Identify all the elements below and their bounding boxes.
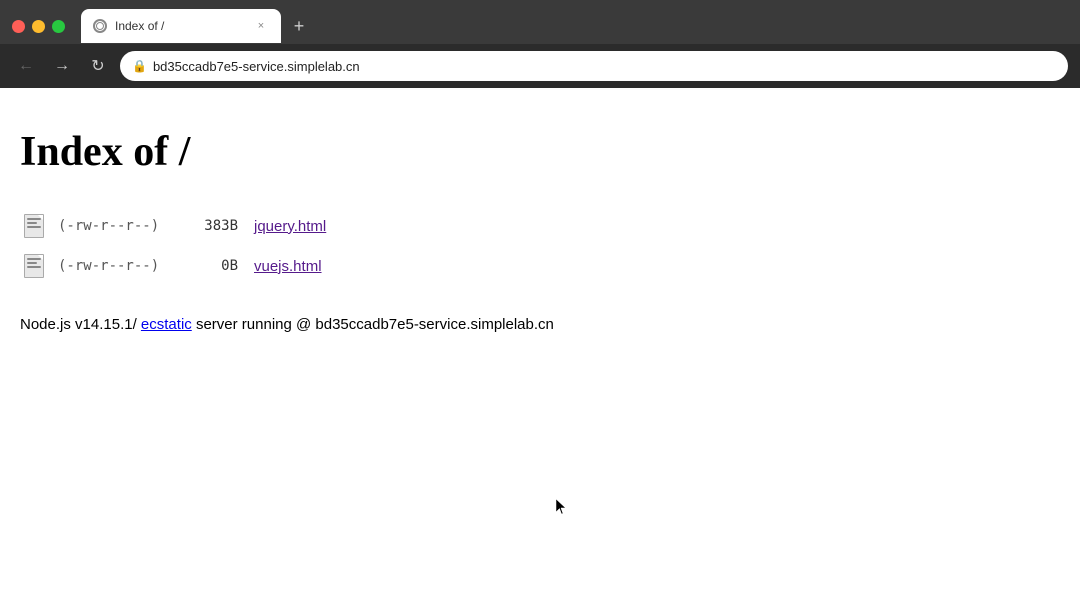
url-bar[interactable]: 🔒 bd35ccadb7e5-service.simplelab.cn bbox=[120, 51, 1068, 81]
file-icon bbox=[20, 252, 48, 280]
lock-icon: 🔒 bbox=[132, 59, 147, 73]
page-wrapper: Index of / (-rw-r--r--) 383B jquery.html bbox=[0, 88, 1080, 601]
title-bar: Index of / × + bbox=[0, 0, 1080, 44]
list-item: (-rw-r--r--) 383B jquery.html bbox=[20, 206, 1060, 246]
back-button[interactable]: ← bbox=[12, 52, 40, 80]
tab-close-button[interactable]: × bbox=[253, 18, 269, 34]
file-icon bbox=[20, 212, 48, 240]
tab-favicon bbox=[93, 19, 107, 33]
file-link-vuejs[interactable]: vuejs.html bbox=[254, 258, 322, 275]
footer-suffix: server running @ bd35ccadb7e5-service.si… bbox=[192, 316, 554, 333]
new-tab-button[interactable]: + bbox=[285, 12, 313, 40]
active-tab[interactable]: Index of / × bbox=[81, 9, 281, 43]
address-bar: ← → ↻ 🔒 bd35ccadb7e5-service.simplelab.c… bbox=[0, 44, 1080, 88]
tab-bar: Index of / × + bbox=[81, 9, 1068, 43]
forward-button[interactable]: → bbox=[48, 52, 76, 80]
minimize-window-button[interactable] bbox=[32, 20, 45, 33]
file-size: 383B bbox=[188, 218, 238, 234]
page-heading: Index of / bbox=[20, 128, 1060, 176]
tab-title: Index of / bbox=[115, 19, 245, 33]
file-link-jquery[interactable]: jquery.html bbox=[254, 218, 326, 235]
ecstatic-link[interactable]: ecstatic bbox=[141, 316, 192, 333]
file-size: 0B bbox=[188, 258, 238, 274]
close-window-button[interactable] bbox=[12, 20, 25, 33]
list-item: (-rw-r--r--) 0B vuejs.html bbox=[20, 246, 1060, 286]
page-content: Index of / (-rw-r--r--) 383B jquery.html bbox=[0, 88, 1080, 601]
browser-window: Index of / × + ← → ↻ 🔒 bd35ccadb7e5-serv… bbox=[0, 0, 1080, 601]
reload-button[interactable]: ↻ bbox=[84, 52, 112, 80]
cursor bbox=[555, 498, 567, 521]
traffic-lights bbox=[12, 20, 65, 33]
footer-prefix: Node.js v14.15.1/ bbox=[20, 316, 141, 333]
file-list: (-rw-r--r--) 383B jquery.html (-rw-r--r-… bbox=[20, 206, 1060, 286]
file-permissions: (-rw-r--r--) bbox=[58, 218, 188, 234]
file-permissions: (-rw-r--r--) bbox=[58, 258, 188, 274]
maximize-window-button[interactable] bbox=[52, 20, 65, 33]
server-info: Node.js v14.15.1/ ecstatic server runnin… bbox=[20, 316, 1060, 333]
url-text: bd35ccadb7e5-service.simplelab.cn bbox=[153, 59, 360, 74]
